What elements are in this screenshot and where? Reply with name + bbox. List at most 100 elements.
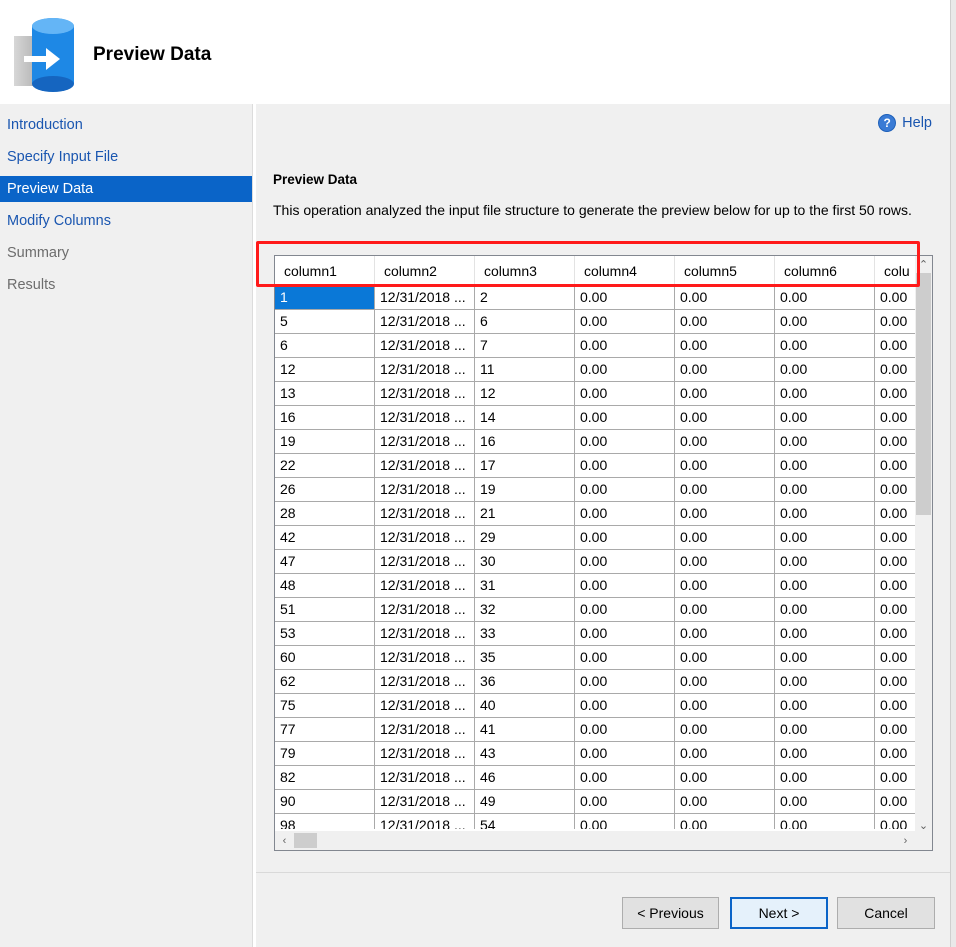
table-cell[interactable]: 51 xyxy=(275,598,375,622)
table-cell[interactable]: 29 xyxy=(475,526,575,550)
table-cell[interactable]: 0.00 xyxy=(775,406,875,430)
table-cell[interactable]: 12/31/2018 ... xyxy=(375,598,475,622)
table-cell[interactable]: 0.00 xyxy=(675,598,775,622)
table-row[interactable]: 53 12/31/2018 ... 33 0.00 0.00 0.00 0.00 xyxy=(275,622,915,646)
table-cell[interactable]: 0.00 xyxy=(775,646,875,670)
table-cell[interactable]: 5 xyxy=(275,310,375,334)
horizontal-scroll-thumb[interactable] xyxy=(294,833,317,848)
table-cell[interactable]: 47 xyxy=(275,550,375,574)
table-row[interactable]: 51 12/31/2018 ... 32 0.00 0.00 0.00 0.00 xyxy=(275,598,915,622)
table-cell[interactable]: 0.00 xyxy=(875,358,915,382)
table-cell[interactable]: 12/31/2018 ... xyxy=(375,526,475,550)
table-cell[interactable]: 98 xyxy=(275,814,375,829)
table-cell[interactable]: 0.00 xyxy=(875,550,915,574)
table-cell[interactable]: 0.00 xyxy=(875,598,915,622)
sidebar-item-preview-data[interactable]: Preview Data xyxy=(0,176,252,202)
table-cell[interactable]: 0.00 xyxy=(575,742,675,766)
table-cell[interactable]: 42 xyxy=(275,526,375,550)
table-cell[interactable]: 0.00 xyxy=(875,526,915,550)
table-cell[interactable]: 0.00 xyxy=(675,478,775,502)
table-cell[interactable]: 12/31/2018 ... xyxy=(375,742,475,766)
table-cell[interactable]: 0.00 xyxy=(575,814,675,829)
table-row[interactable]: 6 12/31/2018 ... 7 0.00 0.00 0.00 0.00 xyxy=(275,334,915,358)
table-row[interactable]: 28 12/31/2018 ... 21 0.00 0.00 0.00 0.00 xyxy=(275,502,915,526)
table-row[interactable]: 75 12/31/2018 ... 40 0.00 0.00 0.00 0.00 xyxy=(275,694,915,718)
table-cell[interactable]: 12/31/2018 ... xyxy=(375,574,475,598)
table-cell[interactable]: 0.00 xyxy=(875,790,915,814)
table-row[interactable]: 16 12/31/2018 ... 14 0.00 0.00 0.00 0.00 xyxy=(275,406,915,430)
table-cell[interactable]: 12/31/2018 ... xyxy=(375,550,475,574)
table-cell[interactable]: 0.00 xyxy=(875,382,915,406)
table-cell[interactable]: 0.00 xyxy=(675,694,775,718)
table-cell[interactable]: 0.00 xyxy=(775,454,875,478)
table-cell[interactable]: 0.00 xyxy=(775,790,875,814)
table-cell[interactable]: 0.00 xyxy=(575,670,675,694)
table-cell[interactable]: 12/31/2018 ... xyxy=(375,334,475,358)
table-cell[interactable]: 0.00 xyxy=(675,310,775,334)
table-cell[interactable]: 0.00 xyxy=(875,286,915,310)
table-cell[interactable]: 75 xyxy=(275,694,375,718)
table-cell[interactable]: 12/31/2018 ... xyxy=(375,718,475,742)
table-cell[interactable]: 0.00 xyxy=(675,550,775,574)
table-cell[interactable]: 0.00 xyxy=(775,358,875,382)
table-cell[interactable]: 0.00 xyxy=(675,454,775,478)
table-cell[interactable]: 0.00 xyxy=(775,478,875,502)
table-cell[interactable]: 26 xyxy=(275,478,375,502)
table-cell[interactable]: 46 xyxy=(475,766,575,790)
table-cell[interactable]: 0.00 xyxy=(875,430,915,454)
table-cell[interactable]: 0.00 xyxy=(875,718,915,742)
table-row[interactable]: 62 12/31/2018 ... 36 0.00 0.00 0.00 0.00 xyxy=(275,670,915,694)
table-cell[interactable]: 0.00 xyxy=(675,766,775,790)
table-cell[interactable]: 79 xyxy=(275,742,375,766)
table-cell[interactable]: 12/31/2018 ... xyxy=(375,622,475,646)
table-cell[interactable]: 0.00 xyxy=(675,814,775,829)
horizontal-scrollbar[interactable]: ‹ › xyxy=(275,831,915,850)
table-cell[interactable]: 0.00 xyxy=(675,358,775,382)
table-cell[interactable]: 0.00 xyxy=(675,334,775,358)
table-cell[interactable]: 35 xyxy=(475,646,575,670)
table-cell[interactable]: 0.00 xyxy=(575,478,675,502)
table-cell[interactable]: 0.00 xyxy=(575,334,675,358)
table-cell[interactable]: 40 xyxy=(475,694,575,718)
table-row[interactable]: 13 12/31/2018 ... 12 0.00 0.00 0.00 0.00 xyxy=(275,382,915,406)
table-cell[interactable]: 82 xyxy=(275,766,375,790)
table-cell[interactable]: 16 xyxy=(475,430,575,454)
table-cell[interactable]: 0.00 xyxy=(775,526,875,550)
table-cell[interactable]: 0.00 xyxy=(675,790,775,814)
table-cell[interactable]: 0.00 xyxy=(775,574,875,598)
table-cell[interactable]: 16 xyxy=(275,406,375,430)
table-cell[interactable]: 19 xyxy=(275,430,375,454)
table-cell[interactable]: 0.00 xyxy=(875,814,915,829)
table-row[interactable]: 12 12/31/2018 ... 11 0.00 0.00 0.00 0.00 xyxy=(275,358,915,382)
previous-button[interactable]: < Previous xyxy=(622,897,719,929)
table-cell[interactable]: 12/31/2018 ... xyxy=(375,310,475,334)
column-header[interactable]: column1 xyxy=(275,256,375,286)
scroll-left-icon[interactable]: ‹ xyxy=(276,832,293,849)
table-cell[interactable]: 0.00 xyxy=(675,622,775,646)
table-cell[interactable]: 0.00 xyxy=(575,526,675,550)
table-cell[interactable]: 17 xyxy=(475,454,575,478)
table-cell[interactable]: 12/31/2018 ... xyxy=(375,454,475,478)
table-cell[interactable]: 2 xyxy=(475,286,575,310)
table-cell[interactable]: 0.00 xyxy=(675,574,775,598)
table-cell[interactable]: 0.00 xyxy=(775,694,875,718)
table-cell[interactable]: 0.00 xyxy=(675,406,775,430)
table-cell[interactable]: 12/31/2018 ... xyxy=(375,430,475,454)
table-cell[interactable]: 0.00 xyxy=(675,718,775,742)
table-row[interactable]: 26 12/31/2018 ... 19 0.00 0.00 0.00 0.00 xyxy=(275,478,915,502)
table-cell[interactable]: 0.00 xyxy=(675,670,775,694)
help-link[interactable]: ? Help xyxy=(878,113,932,133)
preview-data-grid[interactable]: column1 column2 column3 column4 column5 colum… xyxy=(274,255,933,851)
table-cell[interactable]: 0.00 xyxy=(575,502,675,526)
table-cell[interactable]: 0.00 xyxy=(875,310,915,334)
table-cell[interactable]: 11 xyxy=(475,358,575,382)
table-cell[interactable]: 0.00 xyxy=(675,526,775,550)
table-cell[interactable]: 0.00 xyxy=(875,502,915,526)
table-cell[interactable]: 0.00 xyxy=(875,694,915,718)
table-row[interactable]: 60 12/31/2018 ... 35 0.00 0.00 0.00 0.00 xyxy=(275,646,915,670)
column-header[interactable]: colu xyxy=(875,256,915,286)
table-row[interactable]: 82 12/31/2018 ... 46 0.00 0.00 0.00 0.00 xyxy=(275,766,915,790)
table-cell[interactable]: 6 xyxy=(475,310,575,334)
table-cell[interactable]: 30 xyxy=(475,550,575,574)
table-cell[interactable]: 0.00 xyxy=(575,358,675,382)
